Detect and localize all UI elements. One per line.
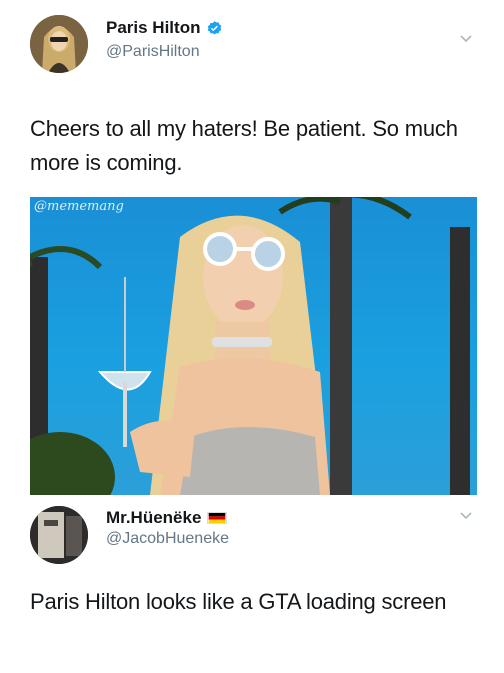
author-row: Paris Hilton xyxy=(106,18,223,38)
chevron-down-icon[interactable] xyxy=(458,507,474,523)
chevron-down-icon[interactable] xyxy=(458,30,474,46)
photo-illustration xyxy=(30,197,470,495)
tweet-text: Cheers to all my haters! Be patient. So … xyxy=(30,116,458,175)
watermark: @mememang xyxy=(34,199,124,214)
avatar[interactable] xyxy=(30,15,88,73)
tweet-paris-hilton[interactable]: Paris Hilton @ParisHilton Cheers to all … xyxy=(0,0,504,495)
display-name[interactable]: Paris Hilton xyxy=(106,18,200,38)
germany-flag-icon xyxy=(207,512,228,524)
handle[interactable]: @ParisHilton xyxy=(106,43,200,61)
avatar-image xyxy=(30,15,88,73)
handle[interactable]: @JacobHueneke xyxy=(106,530,229,548)
tweet-text: Paris Hilton looks like a GTA loading sc… xyxy=(30,589,447,614)
avatar[interactable] xyxy=(30,506,88,564)
verified-badge-icon xyxy=(208,20,222,35)
author-row: Mr.Hüenëke xyxy=(106,508,228,528)
display-name[interactable]: Mr.Hüenëke xyxy=(106,508,201,528)
tweet-media-photo[interactable]: @mememang xyxy=(30,197,477,495)
tweet-reply-jacob[interactable]: Mr.Hüenëke @JacobHueneke Paris Hilton lo… xyxy=(0,495,504,673)
avatar-image xyxy=(30,506,88,564)
